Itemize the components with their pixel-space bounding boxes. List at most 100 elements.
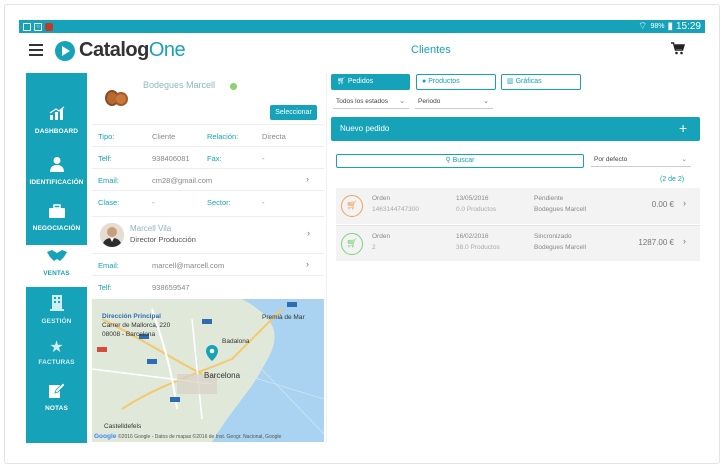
map[interactable]: Dirección Principal Carrer de Mallorca, … [92,299,324,442]
building-icon [26,295,87,316]
email-label: Email: [98,176,119,185]
chevron-down-icon: ⌄ [681,156,687,163]
cart-icon: 🛒︎ [341,195,363,217]
map-copyright: ©2016 Google - Datos de mapas ©2016 de I… [118,434,282,440]
contact-email-label: Email: [98,261,119,270]
contact-telf-value: 938659547 [152,283,190,292]
tab-pedidos[interactable]: 🛒︎ Pedidos [331,74,410,90]
order-number: 1463144747300 [372,206,419,213]
status-filter-value: Todos los estados [336,98,389,105]
results-count: (2 de 2) [660,176,685,183]
order-products: 0.0 Productos [456,206,497,213]
clock: 15:29 [675,21,701,32]
fax-value: - [262,154,265,163]
logo-play-icon [55,40,75,61]
tab-graficas[interactable]: ▥ Gráficas [501,74,581,90]
client-row-clase: Clase: - Sector: - [92,190,324,212]
map-poi-label: Premià de Mar [262,314,305,321]
page-title: Clientes [411,44,451,56]
sidebar-item-facturas[interactable]: ★ FACTURAS [26,339,87,366]
handshake-icon [26,249,87,268]
bar-chart-icon [26,106,87,126]
sidebar-item-dashboard[interactable]: DASHBOARD [26,106,87,135]
status-filter-select[interactable]: Todos los estados ⌄ [333,96,409,109]
order-label: Orden [372,233,391,240]
client-row-tipo: Tipo: Cliente Relación: Directa [92,124,324,146]
search-icon: ⚲ [445,157,451,164]
chevron-right-icon: › [683,236,686,246]
logo-text-accent: One [148,39,186,61]
tab-productos[interactable]: ● Productos [416,74,496,90]
search-label: Buscar [452,157,475,164]
sidebar-item-label: DASHBOARD [34,128,79,135]
box-icon: ● [422,78,427,85]
user-icon [26,156,87,177]
order-total: 0.00 € [651,200,674,209]
order-number: 2 [372,244,376,251]
sidebar-item-label: IDENTIFICACIÓN [29,179,84,186]
relacion-value: Directa [262,132,286,141]
sidebar-item-ventas[interactable]: VENTAS [26,245,87,287]
logo-text-main: Catalog [79,39,149,61]
star-icon: ★ [49,339,64,356]
panel-divider [326,73,327,443]
map-city-label: Barcelona [204,371,241,380]
map-address-line1: Carrer de Mallorca, 220 [102,322,171,329]
order-client: Bodegues Marcell [534,244,587,251]
online-status-dot [230,83,237,90]
new-order-label: Nuevo pedido [340,124,390,133]
google-logo: Google [94,433,117,440]
wifi-icon: ⌔ [638,21,648,32]
order-client: Bodegues Marcell [534,206,587,213]
battery-level: 98% [650,23,665,30]
order-row[interactable]: 🛒︎ Orden 1463144747300 13/05/2016 0.0 Pr… [336,188,700,224]
chevron-down-icon: ⌄ [483,98,489,105]
sort-value: Por defecto [594,156,628,163]
edit-icon [26,382,87,403]
client-logo [103,87,129,107]
chevron-right-icon: › [306,259,309,269]
sector-value: - [262,198,265,207]
status-bar: ○ ⌔ 98% ▮ 15:29 [19,20,705,33]
tab-label: Gráficas [515,78,542,85]
contact-role: Director Producción [130,235,196,244]
chrome-icon: ○ [34,22,42,31]
relacion-label: Relación: [207,132,239,141]
client-row-email[interactable]: Email: cm28@gmail.com › [92,168,324,190]
sidebar-item-negociacion[interactable]: NEGOCIACIÓN [26,204,87,232]
plus-icon: + [679,120,688,136]
new-order-button[interactable]: Nuevo pedido + [331,117,700,141]
app-header: CatalogOne Clientes [19,33,705,69]
menu-icon[interactable] [29,44,43,56]
map-address-line2: 08008 - Barcelona [102,331,156,338]
map-district-label: Badalona [222,338,250,345]
select-button[interactable]: Seleccionar [270,105,317,120]
order-label: Orden [372,195,391,202]
contact-row-email[interactable]: Email: marcell@marcell.com › [92,253,324,275]
order-row[interactable]: 🛒︎ Orden 2 16/02/2016 38.0 Productos Sin… [336,225,700,261]
chevron-right-icon: › [683,198,686,208]
cart-icon: 🛒︎ [341,233,363,255]
tab-label: Productos [428,78,460,85]
period-filter-select[interactable]: Periodo ⌄ [415,96,493,109]
image-icon [23,22,31,31]
sidebar-item-notas[interactable]: NOTAS [26,382,87,412]
app-icon [45,22,53,31]
sidebar: DASHBOARD IDENTIFICACIÓN NEGOCIACIÓN VEN… [26,73,87,443]
sidebar-item-label: VENTAS [43,270,70,277]
search-button[interactable]: ⚲ Buscar [336,154,584,168]
order-total: 1287.00 € [638,238,674,247]
chevron-right-icon[interactable]: › [307,228,310,238]
sidebar-item-label: NEGOCIACIÓN [32,225,81,232]
sidebar-item-identificacion[interactable]: IDENTIFICACIÓN [26,156,87,186]
sidebar-item-label: GESTIÓN [41,318,72,325]
sidebar-item-gestion[interactable]: GESTIÓN [26,295,87,325]
telf-label: Telf: [98,154,112,163]
cart-icon[interactable] [671,42,686,58]
email-value: cm28@gmail.com [152,176,213,185]
order-status: Pendiente [534,195,564,202]
fax-label: Fax: [207,154,222,163]
chevron-right-icon: › [306,174,309,184]
sort-select[interactable]: Por defecto ⌄ [591,154,691,167]
clase-label: Clase: [98,198,120,207]
